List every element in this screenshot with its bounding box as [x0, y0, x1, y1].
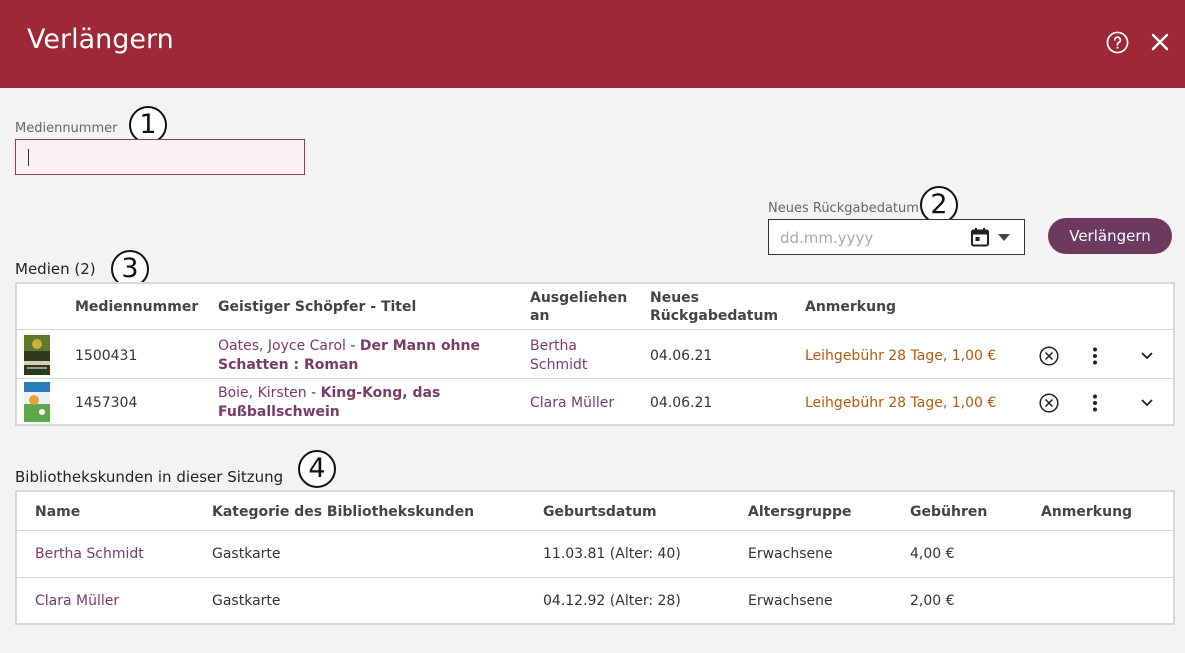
remove-circle-icon[interactable]	[1039, 346, 1059, 366]
callout-4: 4	[298, 450, 336, 488]
col-note: Anmerkung	[1041, 504, 1133, 520]
medium-number-label: Mediennummer	[15, 121, 118, 136]
patron-birth-date: 11.03.81 (Alter: 40)	[543, 546, 681, 562]
patron-category: Gastkarte	[212, 546, 281, 562]
row-divider	[17, 378, 1173, 379]
col-borrowed-by: Ausgeliehen an	[530, 290, 628, 324]
fee-note: Leihgebühr 28 Tage, 1,00 €	[805, 348, 997, 364]
due-date-value: 04.06.21	[650, 395, 713, 411]
book-cover-image[interactable]	[24, 382, 50, 422]
book-cover-image[interactable]	[24, 335, 50, 375]
remove-circle-icon[interactable]	[1039, 393, 1059, 413]
col-new-due-date: Neues Rückgabedatum	[650, 290, 779, 324]
patron-category: Gastkarte	[212, 593, 281, 609]
patrons-section-title: Bibliothekskunden in dieser Sitzung	[15, 468, 284, 486]
media-section-title: Medien (2)	[15, 260, 96, 278]
patron-age-group: Erwachsene	[748, 546, 833, 562]
borrower-link[interactable]: Clara Müller	[530, 394, 614, 413]
chevron-down-icon[interactable]	[1141, 352, 1153, 360]
media-table: Mediennummer Geistiger Schöpfer - Titel …	[15, 282, 1175, 426]
borrower-link[interactable]: Bertha Schmidt	[530, 337, 587, 375]
col-medium-number: Mediennummer	[75, 299, 199, 315]
col-name: Name	[35, 504, 81, 520]
extend-button[interactable]: Verlängern	[1048, 218, 1172, 254]
col-age-group: Altersgruppe	[748, 504, 852, 520]
medium-number: 1457304	[75, 395, 138, 411]
patron-fees: 2,00 €	[910, 593, 955, 609]
fee-note: Leihgebühr 28 Tage, 1,00 €	[805, 395, 997, 411]
due-date-input[interactable]: dd.mm.yyyy	[768, 219, 1025, 255]
due-date-value: 04.06.21	[650, 348, 713, 364]
medium-number: 1500431	[75, 348, 138, 364]
dialog-title: Verlängern	[27, 24, 174, 55]
col-birth-date: Geburtsdatum	[543, 504, 657, 520]
due-date-placeholder: dd.mm.yyyy	[780, 229, 874, 247]
col-author-title: Geistiger Schöpfer - Titel	[218, 299, 417, 315]
col-fees: Gebühren	[910, 504, 988, 520]
author-title-link[interactable]: Oates, Joyce Carol - Der Mann ohne Schatt…	[218, 337, 498, 375]
due-date-label: Neues Rückgabedatum	[768, 201, 919, 216]
patron-birth-date: 04.12.92 (Alter: 28)	[543, 593, 681, 609]
close-icon[interactable]	[1149, 31, 1171, 53]
patrons-table: Name Kategorie des Bibliothekskunden Geb…	[15, 490, 1175, 625]
patron-name-link[interactable]: Bertha Schmidt	[35, 545, 144, 564]
chevron-down-icon[interactable]	[1141, 399, 1153, 407]
patron-age-group: Erwachsene	[748, 593, 833, 609]
calendar-icon[interactable]	[970, 227, 990, 247]
col-note: Anmerkung	[805, 299, 897, 315]
patron-name-link[interactable]: Clara Müller	[35, 592, 119, 611]
caret-down-icon[interactable]	[998, 234, 1010, 241]
more-vertical-icon[interactable]	[1092, 394, 1098, 412]
medium-number-input[interactable]	[15, 139, 305, 175]
row-divider	[17, 577, 1173, 578]
more-vertical-icon[interactable]	[1092, 347, 1098, 365]
author-title-link[interactable]: Boie, Kirsten - King-Kong, das Fußballsch…	[218, 384, 498, 422]
header-divider	[17, 329, 1173, 330]
text-caret	[28, 149, 29, 166]
header-divider	[17, 530, 1173, 531]
dialog-header: Verlängern	[0, 0, 1185, 88]
col-category: Kategorie des Bibliothekskunden	[212, 504, 475, 520]
patron-fees: 4,00 €	[910, 546, 955, 562]
help-circle-icon[interactable]	[1106, 31, 1129, 54]
